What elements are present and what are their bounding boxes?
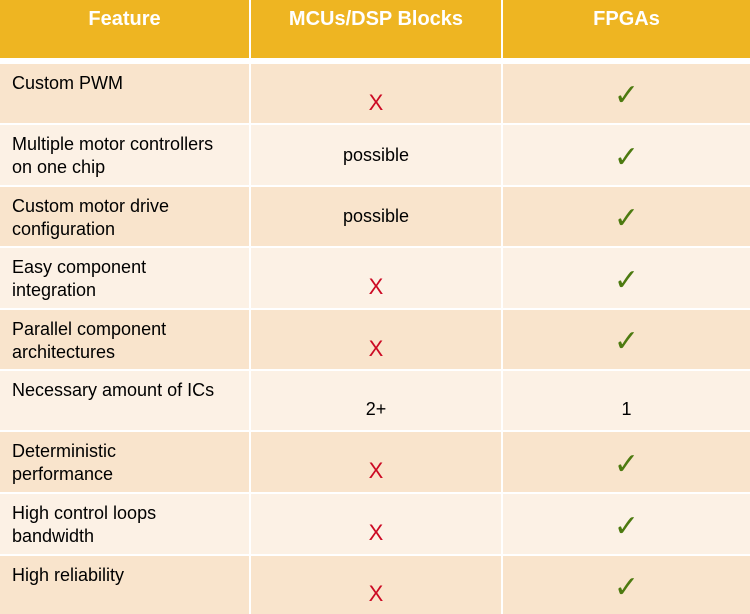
- x-icon: X: [368, 520, 384, 545]
- checkmark-icon: ✓: [613, 139, 640, 175]
- feature-text: performance: [12, 464, 114, 484]
- mcu-cell: X: [251, 64, 501, 123]
- comparison-table: Feature MCUs/DSP Blocks FPGAs Custom PWM…: [0, 0, 750, 614]
- fpga-cell: 1: [503, 371, 750, 430]
- mcu-cell: X: [251, 432, 501, 492]
- feature-text: bandwidth: [12, 526, 95, 546]
- header-fpga: FPGAs: [503, 0, 750, 58]
- mcu-cell: X: [251, 556, 501, 614]
- cell-value: 1: [621, 399, 632, 419]
- checkmark-icon: ✓: [613, 201, 640, 236]
- mcu-cell: X: [251, 248, 501, 308]
- mcu-cell: possible: [251, 125, 501, 185]
- checkmark-icon: ✓: [613, 446, 640, 482]
- x-icon: X: [368, 458, 384, 483]
- feature-text: Necessary amount of ICs: [12, 380, 215, 400]
- feature-text: architectures: [12, 342, 116, 362]
- feature-text: integration: [12, 280, 97, 300]
- fpga-cell: ✓: [503, 494, 750, 554]
- feature-text: Multiple motor controllers: [12, 134, 214, 154]
- checkmark-icon: ✓: [613, 78, 640, 113]
- feature-text: Custom PWM: [12, 73, 124, 93]
- cell-value: 2+: [365, 399, 387, 419]
- feature-cell: Necessary amount of ICs: [0, 371, 249, 430]
- table-row: High reliability X ✓: [0, 556, 750, 614]
- feature-cell: Custom PWM: [0, 64, 249, 123]
- feature-text: Deterministic: [12, 441, 117, 461]
- feature-text: Easy component: [12, 257, 147, 277]
- mcu-cell: X: [251, 310, 501, 369]
- x-icon: X: [368, 89, 384, 115]
- feature-text: High reliability: [12, 565, 125, 585]
- table-row: Deterministic performance X ✓: [0, 432, 750, 492]
- fpga-cell: ✓: [503, 187, 750, 246]
- feature-cell: Parallel component architectures: [0, 310, 249, 369]
- mcu-cell: possible: [251, 187, 501, 246]
- table-row: Custom motor drive configuration possible ✓: [0, 187, 750, 246]
- table-header: Feature MCUs/DSP Blocks FPGAs: [0, 0, 750, 58]
- fpga-cell: ✓: [503, 64, 750, 123]
- checkmark-icon: ✓: [613, 569, 640, 605]
- fpga-cell: ✓: [503, 432, 750, 492]
- x-icon: X: [368, 581, 384, 606]
- fpga-cell: ✓: [503, 248, 750, 308]
- table-row: Parallel component architectures X ✓: [0, 310, 750, 369]
- table-row: Necessary amount of ICs 2+ 1: [0, 371, 750, 430]
- header-mcu: MCUs/DSP Blocks: [251, 0, 501, 58]
- table-row: Multiple motor controllers on one chip pos…: [0, 125, 750, 185]
- mcu-cell: X: [251, 494, 501, 554]
- checkmark-icon: ✓: [613, 324, 640, 359]
- x-icon: X: [368, 335, 384, 361]
- table-row: Easy component integration X ✓: [0, 248, 750, 308]
- fpga-cell: ✓: [503, 125, 750, 185]
- feature-cell: High control loops bandwidth: [0, 494, 249, 554]
- feature-text: Parallel component: [12, 319, 167, 339]
- x-icon: X: [368, 274, 384, 299]
- feature-text: configuration: [12, 219, 116, 239]
- cell-value: possible: [342, 206, 410, 226]
- feature-cell: High reliability: [0, 556, 249, 614]
- checkmark-icon: ✓: [613, 262, 640, 298]
- table-row: Custom PWM X ✓: [0, 64, 750, 123]
- cell-value: possible: [342, 144, 410, 165]
- feature-cell: Easy component integration: [0, 248, 249, 308]
- fpga-cell: ✓: [503, 556, 750, 614]
- feature-cell: Deterministic performance: [0, 432, 249, 492]
- header-feature: Feature: [0, 0, 249, 58]
- feature-cell: Multiple motor controllers on one chip: [0, 125, 249, 185]
- fpga-cell: ✓: [503, 310, 750, 369]
- mcu-cell: 2+: [251, 371, 501, 430]
- feature-text: on one chip: [12, 157, 106, 177]
- feature-text: Custom motor drive: [12, 196, 170, 216]
- feature-text: High control loops: [12, 503, 157, 523]
- feature-cell: Custom motor drive configuration: [0, 187, 249, 246]
- table-row: High control loops bandwidth X ✓: [0, 494, 750, 554]
- checkmark-icon: ✓: [613, 508, 640, 544]
